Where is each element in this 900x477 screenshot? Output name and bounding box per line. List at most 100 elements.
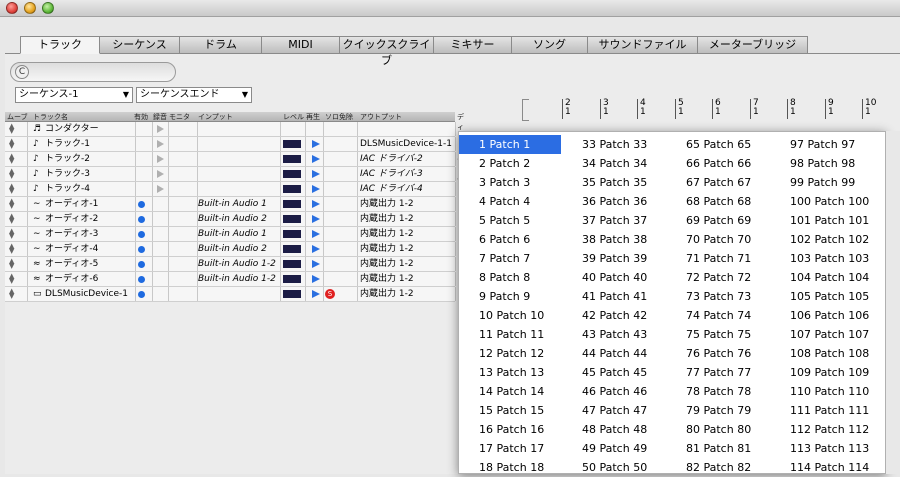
sequence-select[interactable]: シーケンス-1 ▼ [15, 87, 133, 103]
track-name[interactable]: DLSMusicDevice-1 [45, 287, 128, 301]
play-icon[interactable] [312, 290, 320, 298]
patch-menu-item[interactable]: 101 Patch 101 [777, 211, 885, 230]
track-row[interactable]: ▲ ▼ ♪ トラック-3 IAC ドライバ-3 [5, 167, 456, 182]
patch-menu-item[interactable]: 104 Patch 104 [777, 268, 885, 287]
tab-3[interactable]: MIDI [262, 36, 340, 54]
tab-8[interactable]: メーターブリッジ [698, 36, 808, 54]
patch-menu-item[interactable]: 110 Patch 110 [777, 382, 885, 401]
patch-menu-item[interactable]: 97 Patch 97 [777, 135, 885, 154]
enabled-indicator[interactable] [138, 201, 145, 208]
patch-menu-item[interactable]: 12 Patch 12 [459, 344, 561, 363]
patch-menu-item[interactable]: 47 Patch 47 [569, 401, 669, 420]
patch-menu-item[interactable]: 79 Patch 79 [673, 401, 773, 420]
patch-menu-item[interactable]: 9 Patch 9 [459, 287, 561, 306]
patch-menu-item[interactable]: 114 Patch 114 [777, 458, 885, 477]
move-handle-icon[interactable]: ▲ ▼ [9, 138, 14, 150]
move-handle-icon[interactable]: ▲ ▼ [9, 228, 14, 240]
patch-menu-item[interactable]: 103 Patch 103 [777, 249, 885, 268]
track-row[interactable]: ▲ ▼ ♪ トラック-4 IAC ドライバ-4 [5, 182, 456, 197]
track-name[interactable]: オーディオ-4 [45, 242, 98, 256]
track-input[interactable]: Built-in Audio 1 [198, 197, 267, 211]
patch-menu-item[interactable]: 75 Patch 75 [673, 325, 773, 344]
patch-menu-item[interactable]: 17 Patch 17 [459, 439, 561, 458]
track-row[interactable]: ▲ ▼ ♪ トラック-2 IAC ドライバ-2 [5, 152, 456, 167]
patch-menu-item[interactable]: 50 Patch 50 [569, 458, 669, 477]
patch-menu-item[interactable]: 68 Patch 68 [673, 192, 773, 211]
track-name[interactable]: トラック-3 [45, 167, 90, 181]
patch-menu-item[interactable]: 65 Patch 65 [673, 135, 773, 154]
enabled-indicator[interactable] [138, 276, 145, 283]
track-output[interactable]: DLSMusicDevice-1-1 [360, 137, 452, 151]
track-output[interactable]: 内蔵出力 1-2 [360, 197, 414, 211]
patch-menu-item[interactable]: 77 Patch 77 [673, 363, 773, 382]
patch-menu-item[interactable]: 14 Patch 14 [459, 382, 561, 401]
track-row[interactable]: ▲ ▼ ∼ オーディオ-1 Built-in Audio 1 内蔵出力 1-2 [5, 197, 456, 212]
tab-7[interactable]: サウンドファイル [588, 36, 698, 54]
patch-menu-item[interactable]: 11 Patch 11 [459, 325, 561, 344]
track-name[interactable]: オーディオ-5 [45, 257, 98, 271]
zoom-button[interactable] [42, 2, 54, 14]
patch-menu-item[interactable]: 45 Patch 45 [569, 363, 669, 382]
play-icon[interactable] [312, 245, 320, 253]
patch-menu-item[interactable]: 73 Patch 73 [673, 287, 773, 306]
track-row[interactable]: ▲ ▼ ∼ オーディオ-2 Built-in Audio 2 内蔵出力 1-2 [5, 212, 456, 227]
scrollbar[interactable] [886, 131, 900, 474]
play-icon[interactable] [312, 155, 320, 163]
track-row[interactable]: ▲ ▼ ≈ オーディオ-5 Built-in Audio 1-2 内蔵出力 1-2 [5, 257, 456, 272]
play-icon[interactable] [312, 170, 320, 178]
track-name[interactable]: オーディオ-1 [45, 197, 98, 211]
tab-0[interactable]: トラック [20, 36, 100, 54]
play-icon[interactable] [312, 140, 320, 148]
patch-menu-item[interactable]: 4 Patch 4 [459, 192, 561, 211]
patch-menu-item[interactable]: 72 Patch 72 [673, 268, 773, 287]
patch-menu-item[interactable]: 98 Patch 98 [777, 154, 885, 173]
patch-menu-item[interactable]: 109 Patch 109 [777, 363, 885, 382]
enabled-indicator[interactable] [138, 246, 145, 253]
patch-menu-item[interactable]: 6 Patch 6 [459, 230, 561, 249]
patch-menu-item[interactable]: 76 Patch 76 [673, 344, 773, 363]
track-name[interactable]: オーディオ-3 [45, 227, 98, 241]
move-handle-icon[interactable]: ▲ ▼ [9, 183, 14, 195]
track-input[interactable]: Built-in Audio 1 [198, 227, 267, 241]
patch-menu-item[interactable]: 66 Patch 66 [673, 154, 773, 173]
track-output[interactable]: IAC ドライバ-3 [360, 167, 423, 181]
record-arrow-icon[interactable] [157, 170, 164, 178]
move-handle-icon[interactable]: ▲ ▼ [9, 288, 14, 300]
patch-menu-item[interactable]: 13 Patch 13 [459, 363, 561, 382]
patch-menu-item[interactable]: 71 Patch 71 [673, 249, 773, 268]
patch-menu-item[interactable]: 15 Patch 15 [459, 401, 561, 420]
record-arrow-icon[interactable] [157, 185, 164, 193]
track-name[interactable]: トラック-4 [45, 182, 90, 196]
patch-menu-item[interactable]: 33 Patch 33 [569, 135, 669, 154]
patch-menu-item[interactable]: 38 Patch 38 [569, 230, 669, 249]
patch-menu-item[interactable]: 48 Patch 48 [569, 420, 669, 439]
patch-menu-item[interactable]: 49 Patch 49 [569, 439, 669, 458]
track-input[interactable]: Built-in Audio 2 [198, 212, 267, 226]
play-icon[interactable] [312, 260, 320, 268]
track-row[interactable]: ▲ ▼ ∼ オーディオ-3 Built-in Audio 1 内蔵出力 1-2 [5, 227, 456, 242]
patch-menu-item[interactable]: 74 Patch 74 [673, 306, 773, 325]
track-name[interactable]: コンダクター [45, 122, 99, 136]
tab-6[interactable]: ソング [512, 36, 588, 54]
search-field[interactable]: C [10, 62, 176, 82]
move-handle-icon[interactable]: ▲ ▼ [9, 213, 14, 225]
tab-2[interactable]: ドラム [180, 36, 262, 54]
record-arrow-icon[interactable] [157, 140, 164, 148]
patch-menu-item[interactable]: 81 Patch 81 [673, 439, 773, 458]
solo-exempt-icon[interactable]: S [325, 289, 335, 299]
track-input[interactable]: Built-in Audio 1-2 [198, 272, 276, 286]
patch-menu-item[interactable]: 46 Patch 46 [569, 382, 669, 401]
patch-menu-item[interactable]: 10 Patch 10 [459, 306, 561, 325]
patch-menu-item[interactable]: 18 Patch 18 [459, 458, 561, 477]
patch-menu-item[interactable]: 7 Patch 7 [459, 249, 561, 268]
record-arrow-icon[interactable] [157, 125, 164, 133]
tab-5[interactable]: ミキサー [434, 36, 512, 54]
patch-menu-item[interactable]: 107 Patch 107 [777, 325, 885, 344]
play-icon[interactable] [312, 230, 320, 238]
patch-menu-item[interactable]: 41 Patch 41 [569, 287, 669, 306]
track-output[interactable]: 内蔵出力 1-2 [360, 227, 414, 241]
track-output[interactable]: 内蔵出力 1-2 [360, 212, 414, 226]
enabled-indicator[interactable] [138, 231, 145, 238]
patch-menu-item[interactable]: 112 Patch 112 [777, 420, 885, 439]
patch-menu-item[interactable]: 16 Patch 16 [459, 420, 561, 439]
